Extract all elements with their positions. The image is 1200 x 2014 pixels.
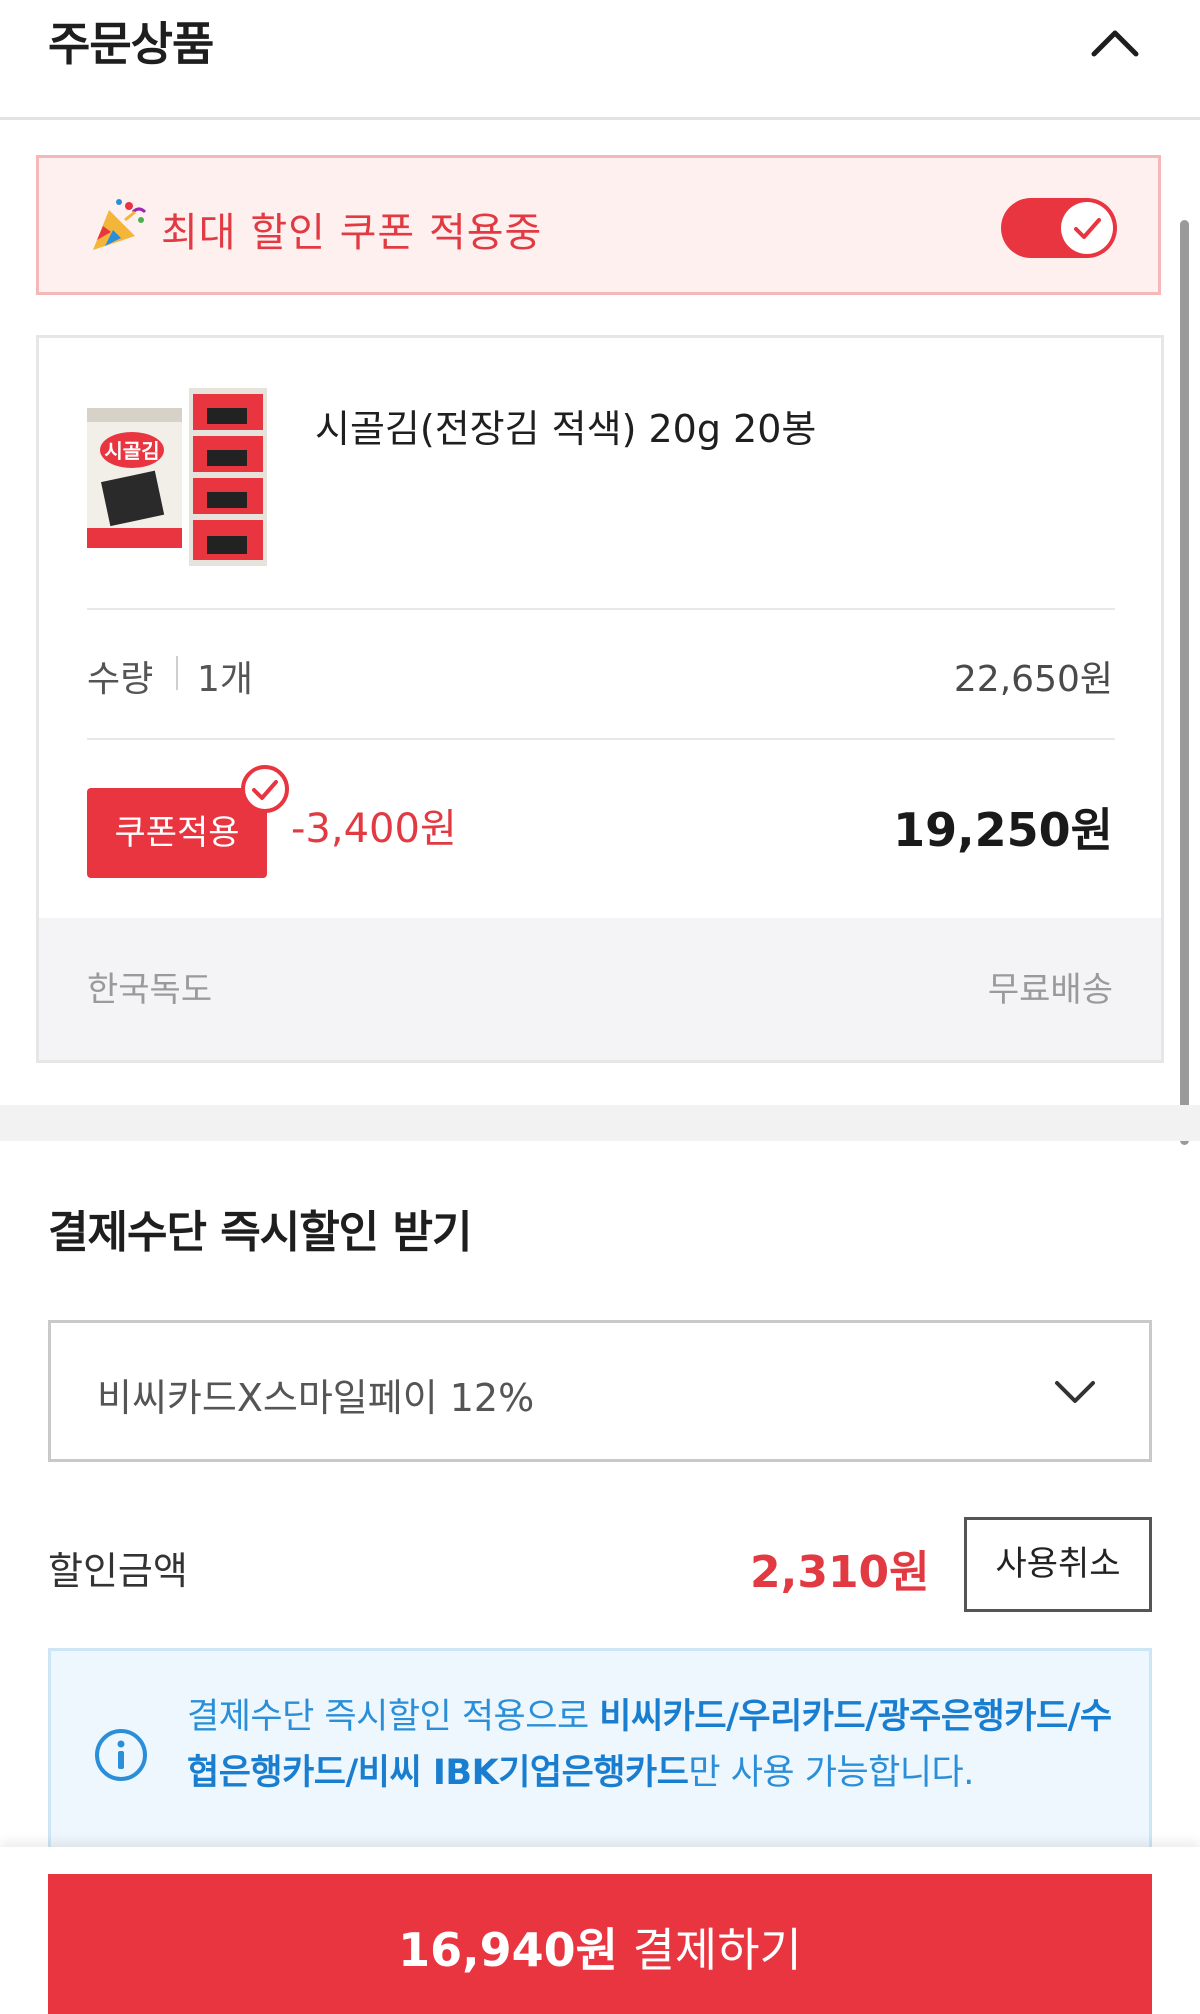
svg-text:시골김: 시골김	[104, 439, 159, 463]
quantity-label: 수량	[87, 659, 154, 700]
shipping-fee: 무료배송	[987, 970, 1113, 1010]
order-products-header[interactable]: 주문상품	[0, 0, 1200, 120]
product-image[interactable]: 시골김	[87, 388, 267, 566]
quantity-value: 1개	[197, 659, 254, 700]
checkout-amount: 16,940원	[398, 1923, 618, 1977]
quantity-separator	[176, 656, 178, 690]
coupon-discount: -3,400원	[291, 806, 457, 852]
shipping-info: 한국독도 무료배송	[39, 918, 1161, 1060]
checkout-text: 결제하기	[617, 1923, 802, 1977]
page-title: 주문상품	[48, 17, 214, 71]
discount-amount-value: 2,310원	[750, 1547, 930, 1598]
scrollbar[interactable]	[1180, 220, 1189, 1145]
payment-method-value: 비씨카드X스마일페이 12%	[97, 1376, 535, 1420]
coupon-toggle[interactable]	[1001, 198, 1117, 258]
shipping-origin: 한국독도	[87, 970, 213, 1010]
product-name[interactable]: 시골김(전장김 적색) 20g 20봉	[315, 398, 816, 453]
section-separator	[0, 1105, 1200, 1141]
divider	[87, 738, 1115, 740]
info-suffix: 만 사용 가능합니다.	[688, 1753, 974, 1793]
checkout-button-label: 16,940원 결제하기	[48, 1914, 1152, 1980]
coupon-banner: 최대 할인 쿠폰 적용중	[36, 155, 1161, 295]
divider	[87, 608, 1115, 610]
payment-discount-title: 결제수단 즉시할인 받기	[48, 1207, 472, 1258]
party-popper-icon	[93, 199, 147, 250]
info-prefix: 결제수단 즉시할인 적용으로	[187, 1697, 600, 1737]
final-price: 19,250원	[893, 803, 1113, 857]
payment-method-select[interactable]: 비씨카드X스마일페이 12%	[48, 1320, 1152, 1462]
check-icon	[1074, 218, 1101, 239]
toggle-knob	[1061, 202, 1113, 254]
info-icon	[95, 1729, 147, 1781]
discount-amount-label: 할인금액	[48, 1549, 188, 1593]
payment-info-text: 결제수단 즉시할인 적용으로 비씨카드/우리카드/광주은행카드/수협은행카드/비…	[187, 1689, 1117, 1801]
checkout-button[interactable]: 16,940원 결제하기	[48, 1874, 1152, 2014]
cancel-discount-button[interactable]: 사용취소	[964, 1517, 1152, 1612]
chevron-down-icon	[1055, 1381, 1095, 1403]
product-card: 시골김 시골김(전장김 적색) 20g 20봉 수량 1개 22,650원 쿠폰…	[36, 335, 1164, 1063]
chevron-up-icon[interactable]	[1088, 22, 1142, 62]
original-price: 22,650원	[953, 659, 1113, 700]
check-icon	[241, 765, 289, 813]
coupon-banner-label: 최대 할인 쿠폰 적용중	[161, 210, 543, 256]
